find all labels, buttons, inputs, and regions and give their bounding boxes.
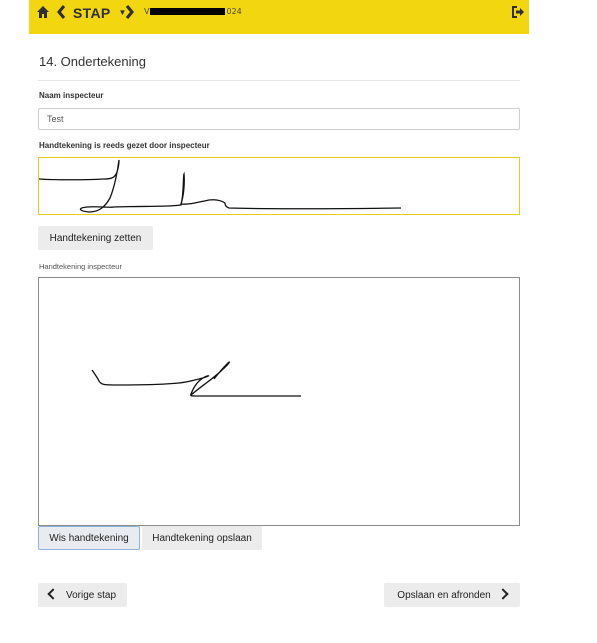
inspector-name-label: Naam inspecteur (39, 91, 104, 100)
previous-step-button[interactable]: Vorige stap (38, 583, 127, 607)
chevron-left-icon (49, 590, 66, 601)
save-and-finish-label: Opslaan en afronden (397, 589, 491, 601)
save-signature-button[interactable]: Handtekening opslaan (142, 526, 262, 550)
step-dropdown[interactable]: STAP ▼ (73, 0, 127, 25)
redaction-bar (150, 8, 226, 15)
previous-step-label: Vorige stap (65, 589, 117, 601)
sign-out-icon[interactable] (511, 5, 525, 19)
home-icon[interactable] (36, 5, 50, 19)
top-bar: STAP ▼ V 024 (29, 0, 529, 34)
signature-pad-canvas[interactable] (38, 277, 520, 526)
inspector-name-field[interactable]: Test (38, 108, 520, 130)
save-and-finish-button[interactable]: Opslaan en afronden (384, 583, 520, 607)
chevron-left-icon[interactable] (56, 4, 66, 20)
chevron-right-icon (491, 590, 507, 601)
saved-signature-label: Handtekening is reeds gezet door inspect… (39, 141, 210, 150)
step-label: STAP (73, 4, 111, 21)
divider (38, 80, 520, 81)
page-title: 14. Ondertekening (39, 54, 146, 69)
chevron-right-icon[interactable] (125, 4, 135, 20)
project-id: V 024 (144, 7, 242, 16)
saved-signature-image (38, 157, 520, 215)
set-signature-button[interactable]: Handtekening zetten (38, 226, 153, 250)
signature-pad-label: Handtekening inspecteur (39, 262, 122, 271)
clear-signature-button[interactable]: Wis handtekening (38, 526, 140, 550)
